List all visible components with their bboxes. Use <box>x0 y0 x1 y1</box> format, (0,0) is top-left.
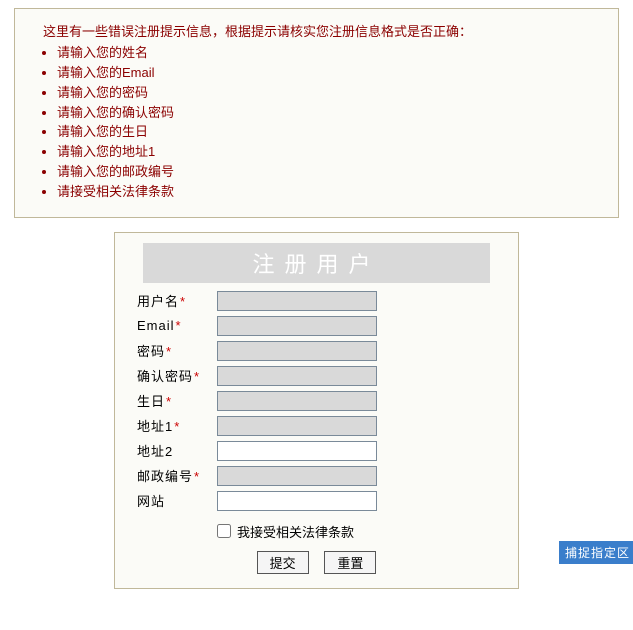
button-row: 提交 重置 <box>115 547 518 574</box>
row-address2: 地址2 <box>115 441 518 461</box>
row-username: 用户名* <box>115 291 518 311</box>
label-birthday: 生日* <box>137 391 217 410</box>
error-item: 请输入您的确认密码 <box>57 104 604 123</box>
row-birthday: 生日* <box>115 391 518 411</box>
label-confirm: 确认密码* <box>137 366 217 385</box>
error-item: 请输入您的姓名 <box>57 44 604 63</box>
input-birthday[interactable] <box>217 391 377 411</box>
input-address1[interactable] <box>217 416 377 436</box>
row-postal: 邮政编号* <box>115 466 518 486</box>
error-panel: 这里有一些错误注册提示信息，根据提示请核实您注册信息格式是否正确： 请输入您的姓… <box>14 8 619 218</box>
register-form-panel: 注册用户 用户名* Email* 密码* 确认密码* 生日* 地址1* 地址2 … <box>114 232 519 589</box>
error-item: 请输入您的地址1 <box>57 143 604 162</box>
capture-tag[interactable]: 捕捉指定区 <box>559 541 633 564</box>
checkbox-terms[interactable] <box>217 524 231 538</box>
row-terms: 我接受相关法律条款 <box>115 516 518 547</box>
label-address2: 地址2 <box>137 441 217 460</box>
error-item: 请输入您的邮政编号 <box>57 163 604 182</box>
input-email[interactable] <box>217 316 377 336</box>
error-item: 请接受相关法律条款 <box>57 183 604 202</box>
input-password[interactable] <box>217 341 377 361</box>
form-title: 注册用户 <box>143 243 490 283</box>
label-password: 密码* <box>137 341 217 360</box>
row-password: 密码* <box>115 341 518 361</box>
submit-button[interactable]: 提交 <box>257 551 309 574</box>
label-postal: 邮政编号* <box>137 466 217 485</box>
input-confirm[interactable] <box>217 366 377 386</box>
reset-button[interactable]: 重置 <box>324 551 376 574</box>
row-address1: 地址1* <box>115 416 518 436</box>
error-item: 请输入您的生日 <box>57 123 604 142</box>
error-item: 请输入您的密码 <box>57 84 604 103</box>
label-website: 网站 <box>137 491 217 510</box>
label-email: Email* <box>137 318 217 333</box>
error-item: 请输入您的Email <box>57 64 604 83</box>
label-address1: 地址1* <box>137 416 217 435</box>
label-terms: 我接受相关法律条款 <box>237 522 354 541</box>
input-username[interactable] <box>217 291 377 311</box>
input-postal[interactable] <box>217 466 377 486</box>
error-list: 请输入您的姓名 请输入您的Email 请输入您的密码 请输入您的确认密码 请输入… <box>29 44 604 202</box>
error-intro: 这里有一些错误注册提示信息，根据提示请核实您注册信息格式是否正确： <box>43 21 604 40</box>
input-website[interactable] <box>217 491 377 511</box>
input-address2[interactable] <box>217 441 377 461</box>
row-confirm: 确认密码* <box>115 366 518 386</box>
row-email: Email* <box>115 316 518 336</box>
label-username: 用户名* <box>137 291 217 310</box>
row-website: 网站 <box>115 491 518 511</box>
